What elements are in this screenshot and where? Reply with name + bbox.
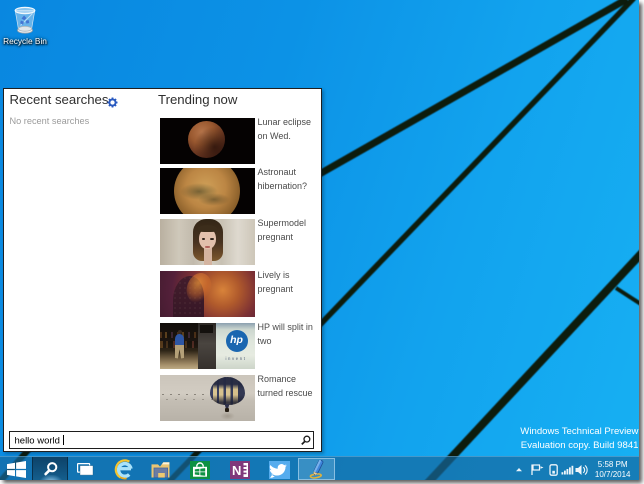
svg-text:N: N bbox=[232, 463, 241, 478]
